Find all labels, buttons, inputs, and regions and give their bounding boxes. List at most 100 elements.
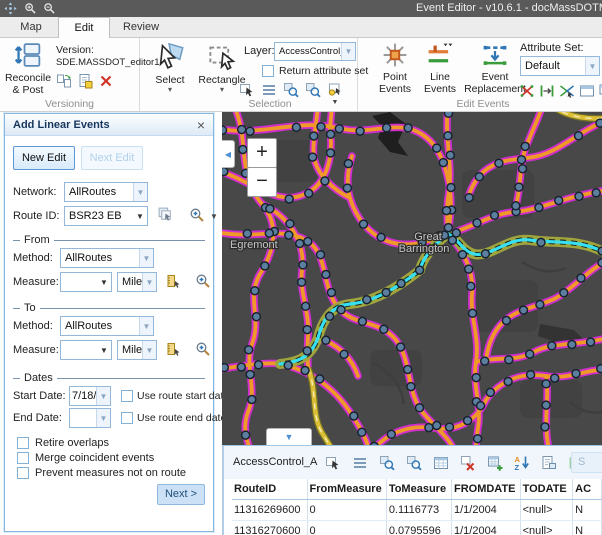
- new-version-icon[interactable]: [76, 72, 94, 89]
- layer-select[interactable]: AccessControl_A ▼: [274, 42, 356, 61]
- zoom-selected-2-icon[interactable]: [304, 81, 322, 98]
- chevron-down-icon: ▼: [96, 387, 110, 405]
- panel-2-icon[interactable]: [598, 82, 602, 99]
- column-header-tomeasure: ToMeasure: [386, 479, 451, 500]
- collapse-table-button[interactable]: ▼: [266, 428, 312, 445]
- tab-map[interactable]: Map: [8, 17, 54, 38]
- chevron-down-icon: ▼: [133, 207, 147, 225]
- column-header-fromdate: FROMDATE: [451, 479, 520, 500]
- network-select[interactable]: AllRoutes ▼: [64, 182, 148, 202]
- ribbon: Reconcile & Post Version: SDE.MASSDOT_ed…: [0, 38, 602, 112]
- route-id-combo[interactable]: BSR23 EB ▼: [64, 206, 148, 226]
- pan-icon[interactable]: [4, 2, 18, 16]
- table-search-input[interactable]: S: [571, 452, 602, 473]
- chevron-down-icon: ▼: [139, 249, 153, 267]
- event-editor-window: Event Editor - v10.6.1 - docMassDOTM Map…: [0, 0, 602, 535]
- zoom-in-icon[interactable]: [24, 2, 38, 16]
- from-unit-select[interactable]: Miles ▼: [117, 272, 157, 292]
- route-select-icon[interactable]: [157, 206, 174, 226]
- svg-text:Z: Z: [515, 463, 520, 471]
- point-events-button[interactable]: Point Events: [374, 42, 416, 95]
- chevron-down-icon: ▼: [332, 99, 339, 106]
- attribute-set-label: Attribute Set:: [520, 42, 584, 54]
- svg-text:Egremont: Egremont: [230, 239, 278, 251]
- from-method-select[interactable]: AllRoutes ▼: [60, 248, 154, 268]
- svg-text:Great: Great: [414, 231, 442, 243]
- new-edit-button[interactable]: New Edit: [13, 146, 75, 170]
- use-route-start-date-checkbox[interactable]: [121, 390, 133, 402]
- next-edit-button[interactable]: Next Edit: [81, 146, 143, 170]
- next-button[interactable]: Next >: [157, 484, 205, 505]
- zoom-out-icon[interactable]: [43, 2, 57, 16]
- ribbon-group-edit-events: Point Events Line Events Event Replaceme…: [358, 38, 602, 111]
- select-features-icon[interactable]: [324, 454, 342, 471]
- tab-edit[interactable]: Edit: [58, 17, 110, 39]
- chevron-down-icon: ▼: [97, 341, 111, 359]
- from-measure-combo[interactable]: ▼: [60, 272, 112, 292]
- line-events-button[interactable]: Line Events: [418, 42, 462, 95]
- close-icon[interactable]: ×: [197, 118, 205, 132]
- chevron-down-icon[interactable]: ▼: [210, 212, 218, 221]
- zoom-to-route-icon[interactable]: [189, 207, 205, 226]
- route-id-label: Route ID:: [13, 210, 59, 222]
- checkbox-retire-overlaps[interactable]: [17, 437, 29, 449]
- snap-event-icon[interactable]: [538, 82, 556, 99]
- selectable-layers-icon[interactable]: ▼: [326, 81, 344, 98]
- to-method-select[interactable]: AllRoutes ▼: [60, 316, 154, 336]
- end-date-combo[interactable]: ▼: [69, 408, 111, 428]
- checkbox-label-merge-coincident-events: Merge coincident events: [35, 452, 154, 464]
- checkbox-label-retire-overlaps: Retire overlaps: [35, 437, 109, 449]
- window-title: Event Editor - v10.6.1 - docMassDOTM: [416, 2, 602, 14]
- map-canvas[interactable]: EgremontGreatBarrington ◀ + − ▼: [222, 112, 602, 445]
- checkbox-prevent-measures-not-on-route[interactable]: [17, 467, 29, 479]
- table-row[interactable]: 1131627060000.07955961/1/2004<null>N: [232, 521, 602, 535]
- attributes-page-icon[interactable]: [540, 454, 558, 471]
- measure-on-map-icon[interactable]: [166, 273, 182, 292]
- chevron-down-icon: ▼: [142, 273, 156, 291]
- use-route-end-date-label: Use route end date: [137, 412, 226, 424]
- use-route-end-date-checkbox[interactable]: [121, 412, 133, 424]
- rectangle-tool-icon: [207, 41, 237, 74]
- event-replacement-icon: [482, 42, 508, 71]
- add-record-icon[interactable]: [486, 454, 504, 471]
- to-measure-combo[interactable]: ▼: [60, 340, 112, 360]
- map-zoom-out-button[interactable]: −: [247, 167, 277, 197]
- grid-calc-icon[interactable]: [432, 454, 450, 471]
- return-attribute-set-checkbox[interactable]: [262, 65, 274, 77]
- reconcile-post-button[interactable]: Reconcile & Post: [2, 41, 54, 96]
- merge-event-icon[interactable]: [558, 82, 576, 99]
- select-tool-button[interactable]: Select ▾: [148, 41, 192, 93]
- to-method-label: Method:: [13, 320, 55, 332]
- map-zoom-in-button[interactable]: +: [247, 138, 277, 168]
- tab-review[interactable]: Review: [112, 17, 170, 38]
- zoom-selected-icon[interactable]: [378, 454, 396, 471]
- clear-selection-icon[interactable]: [459, 454, 477, 471]
- attribute-set-select[interactable]: Default ▼: [520, 56, 600, 76]
- delete-version-icon[interactable]: [97, 72, 115, 89]
- zoom-to-measure-icon[interactable]: [195, 273, 211, 292]
- ribbon-group-selection: Select ▾ Rectangle ▾ Layer: AccessContro…: [140, 38, 358, 111]
- measure-on-map-icon[interactable]: [166, 341, 182, 360]
- checkbox-merge-coincident-events[interactable]: [17, 452, 29, 464]
- zoom-selected-2-icon[interactable]: [405, 454, 423, 471]
- network-label: Network:: [13, 186, 59, 198]
- table-row[interactable]: 1131626960000.11167731/1/2004<null>N: [232, 500, 602, 521]
- reconcile-pages-icon[interactable]: [55, 72, 73, 89]
- selection-list-icon[interactable]: [260, 81, 278, 98]
- start-date-combo[interactable]: 7/18/ ▼: [69, 386, 111, 406]
- collapse-panel-left-button[interactable]: ◀: [222, 140, 235, 168]
- panel-icon[interactable]: [578, 82, 596, 99]
- chevron-down-icon: ▼: [97, 273, 111, 291]
- select-features-icon[interactable]: [238, 81, 256, 98]
- sort-icon[interactable]: AZ: [513, 454, 531, 471]
- zoom-selected-icon[interactable]: [282, 81, 300, 98]
- chevron-down-icon: ▼: [285, 432, 294, 442]
- end-date-label: End Date:: [13, 412, 65, 424]
- to-unit-select[interactable]: Miles ▼: [117, 340, 157, 360]
- table-toolbar: AccessControl_A AZ S: [224, 446, 602, 479]
- selection-list-icon[interactable]: [351, 454, 369, 471]
- from-method-label: Method:: [13, 252, 55, 264]
- ribbon-group-versioning: Reconcile & Post Version: SDE.MASSDOT_ed…: [0, 38, 140, 111]
- zoom-to-measure-icon[interactable]: [195, 341, 211, 360]
- split-event-icon[interactable]: [518, 82, 536, 99]
